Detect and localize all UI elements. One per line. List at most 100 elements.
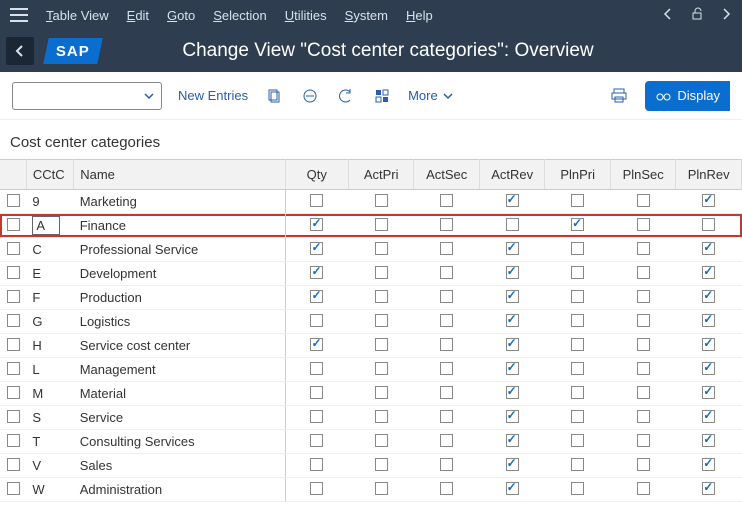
view-combo[interactable] [12,82,162,110]
cell-plnpri[interactable] [545,406,611,430]
cell-plnsec[interactable] [610,454,676,478]
cell-qty[interactable] [285,286,348,310]
cell-qty[interactable] [285,334,348,358]
cell-name[interactable]: Service cost center [74,334,285,358]
cell-plnsec[interactable] [610,262,676,286]
undo-icon[interactable] [336,86,356,106]
cell-code[interactable]: S [26,406,73,430]
cell-actpri[interactable] [348,454,414,478]
cell-plnpri[interactable] [545,430,611,454]
cell-actsec[interactable] [414,262,480,286]
cell-actsec[interactable] [414,454,480,478]
cell-code[interactable]: W [26,478,73,502]
cell-name[interactable]: Marketing [74,190,285,214]
cell-plnsec[interactable] [610,238,676,262]
cell-name[interactable]: Sales [74,454,285,478]
cell-qty[interactable] [285,358,348,382]
cell-plnsec[interactable] [610,214,676,238]
print-icon[interactable] [609,86,629,106]
row-select[interactable] [0,454,26,478]
cell-actsec[interactable] [414,238,480,262]
cell-actsec[interactable] [414,190,480,214]
col-qty[interactable]: Qty [285,160,348,190]
more-menu[interactable]: More [408,88,454,103]
cell-code[interactable]: F [26,286,73,310]
cell-plnrev[interactable] [676,358,742,382]
row-select[interactable] [0,334,26,358]
display-button[interactable]: Display [645,81,730,111]
cell-plnrev[interactable] [676,406,742,430]
cell-qty[interactable] [285,214,348,238]
cell-plnrev[interactable] [676,430,742,454]
cell-code[interactable]: A [26,214,73,238]
cell-plnpri[interactable] [545,382,611,406]
cell-plnpri[interactable] [545,478,611,502]
cell-actrev[interactable] [479,478,545,502]
cell-actsec[interactable] [414,214,480,238]
cell-plnsec[interactable] [610,406,676,430]
unlock-icon[interactable] [690,7,704,24]
cell-plnpri[interactable] [545,454,611,478]
cell-qty[interactable] [285,382,348,406]
cell-plnpri[interactable] [545,358,611,382]
menu-goto[interactable]: Goto [167,8,195,23]
row-select[interactable] [0,358,26,382]
cell-code[interactable]: E [26,262,73,286]
cell-plnrev[interactable] [676,478,742,502]
col-plnrev[interactable]: PlnRev [676,160,742,190]
cell-actpri[interactable] [348,214,414,238]
row-select[interactable] [0,214,26,238]
menu-utilities[interactable]: Utilities [285,8,327,23]
cell-name[interactable]: Development [74,262,285,286]
cell-actpri[interactable] [348,310,414,334]
cell-actsec[interactable] [414,430,480,454]
cell-actpri[interactable] [348,334,414,358]
menu-system[interactable]: System [345,8,388,23]
cell-plnsec[interactable] [610,334,676,358]
cell-code[interactable]: G [26,310,73,334]
cell-actrev[interactable] [479,214,545,238]
menu-edit[interactable]: Edit [127,8,149,23]
cell-actsec[interactable] [414,478,480,502]
cell-actpri[interactable] [348,262,414,286]
cell-name[interactable]: Finance [74,214,285,238]
menu-table-view[interactable]: Table View [46,8,109,23]
row-select[interactable] [0,262,26,286]
row-select[interactable] [0,406,26,430]
cell-actrev[interactable] [479,454,545,478]
row-select[interactable] [0,382,26,406]
cell-actpri[interactable] [348,430,414,454]
cell-plnpri[interactable] [545,310,611,334]
cell-qty[interactable] [285,262,348,286]
cell-qty[interactable] [285,406,348,430]
cell-name[interactable]: Material [74,382,285,406]
cell-actrev[interactable] [479,286,545,310]
cell-actpri[interactable] [348,286,414,310]
cell-name[interactable]: Administration [74,478,285,502]
back-button[interactable] [6,37,34,65]
cell-code[interactable]: C [26,238,73,262]
row-select[interactable] [0,190,26,214]
cell-actpri[interactable] [348,478,414,502]
col-actrev[interactable]: ActRev [479,160,545,190]
cell-actrev[interactable] [479,334,545,358]
cell-plnrev[interactable] [676,310,742,334]
cell-actsec[interactable] [414,406,480,430]
menu-selection[interactable]: Selection [213,8,266,23]
cell-plnrev[interactable] [676,334,742,358]
cell-plnrev[interactable] [676,454,742,478]
col-actpri[interactable]: ActPri [348,160,414,190]
cell-plnrev[interactable] [676,382,742,406]
row-select[interactable] [0,430,26,454]
cell-actsec[interactable] [414,382,480,406]
cell-actsec[interactable] [414,310,480,334]
col-code[interactable]: CCtC [26,160,73,190]
cell-qty[interactable] [285,190,348,214]
cell-plnrev[interactable] [676,286,742,310]
cell-actrev[interactable] [479,238,545,262]
cell-qty[interactable] [285,430,348,454]
row-select[interactable] [0,238,26,262]
cell-actsec[interactable] [414,358,480,382]
cell-code[interactable]: T [26,430,73,454]
cell-plnpri[interactable] [545,214,611,238]
